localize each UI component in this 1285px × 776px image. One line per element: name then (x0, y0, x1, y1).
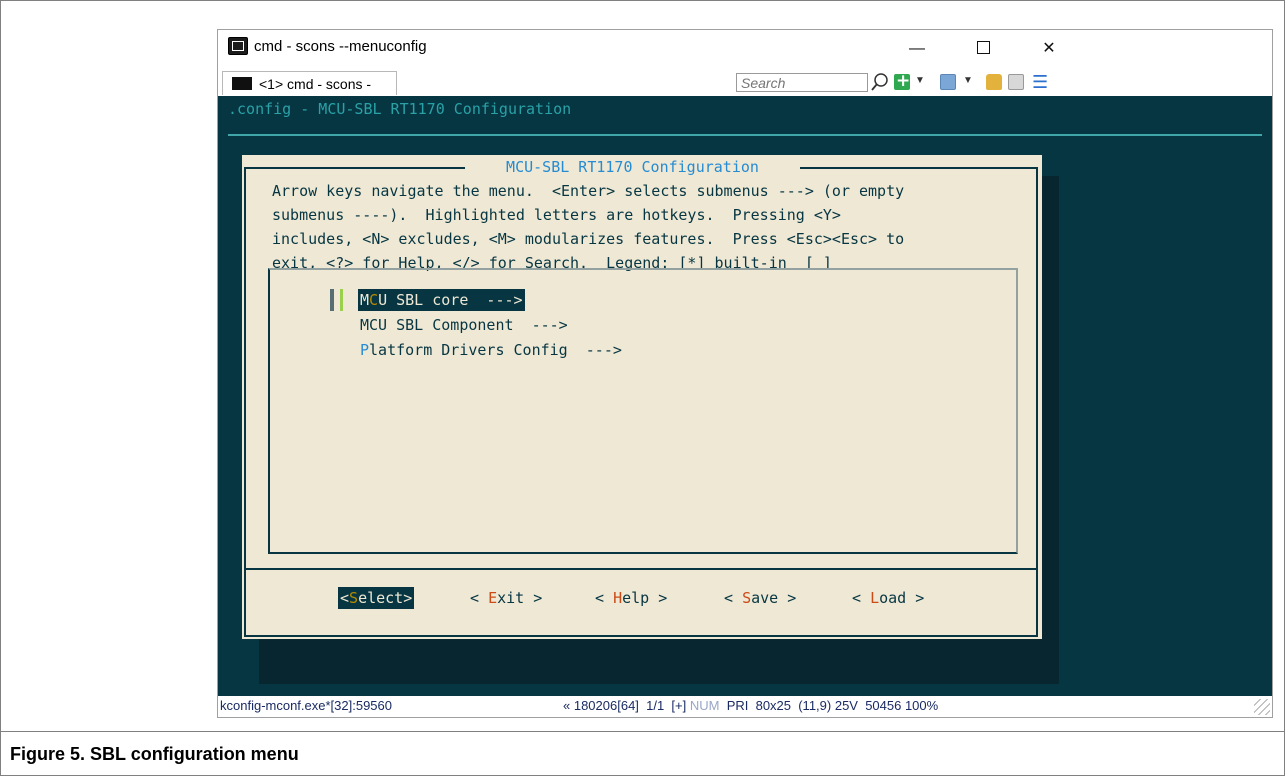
add-console-icon[interactable] (894, 71, 910, 91)
help-line: Arrow keys navigate the menu. <Enter> se… (272, 182, 905, 200)
maximize-icon (976, 40, 990, 54)
save-button[interactable]: < Save > (722, 587, 798, 609)
menu-list: MCU SBL core ---> MCU SBL Component --->… (268, 268, 1018, 554)
maximize-button[interactable] (960, 34, 1006, 64)
button-text: xit > (497, 589, 543, 607)
status-info-text: PRI 80x25 (11,9) 25V 50456 100% (719, 698, 939, 713)
console-app-icon (228, 37, 248, 55)
button-text: < (852, 589, 871, 607)
menuconfig-dialog: MCU-SBL RT1170 Configuration Arrow keys … (242, 155, 1042, 639)
text-cursor (340, 289, 343, 311)
status-bar: kconfig-mconf.exe*[32]:59560 « 180206[64… (218, 696, 1272, 717)
button-text: ave > (751, 589, 797, 607)
console-tab[interactable]: <1> cmd - scons - (222, 71, 397, 95)
split-icon[interactable] (1008, 74, 1024, 90)
menu-item-text: latform Drivers Config ---> (369, 341, 622, 359)
button-hotkey: H (613, 589, 623, 607)
search-icon[interactable] (870, 72, 890, 92)
cursor-marker (330, 289, 334, 311)
status-process: kconfig-mconf.exe*[32]:59560 (220, 698, 392, 713)
divider (800, 167, 1038, 169)
num-lock-indicator: NUM (689, 698, 720, 713)
load-button[interactable]: < Load > (850, 587, 926, 609)
chevron-down-icon[interactable]: ▼ (963, 75, 973, 86)
menu-icon[interactable]: ☰ (1032, 72, 1048, 93)
button-text: < (470, 589, 489, 607)
button-text: elp > (622, 589, 668, 607)
panes-icon[interactable] (940, 74, 956, 90)
status-info-text: « 180206[64] 1/1 [+] (563, 698, 690, 713)
divider (246, 568, 1036, 570)
terminal-area[interactable]: .config - MCU-SBL RT1170 Configuration M… (218, 96, 1272, 696)
button-hotkey: E (488, 589, 498, 607)
title-bar[interactable]: cmd - scons --menuconfig — ✕ (218, 30, 1272, 68)
menu-item-text: U SBL core ---> (378, 291, 523, 309)
button-hotkey: S (742, 589, 752, 607)
menu-item-hotkey: P (360, 341, 370, 359)
divider (244, 167, 465, 169)
button-text: < (340, 589, 350, 607)
menu-item-mcu-sbl-core[interactable]: MCU SBL core ---> (358, 289, 525, 311)
button-hotkey: S (349, 589, 359, 607)
dialog-title: MCU-SBL RT1170 Configuration (497, 158, 768, 176)
menu-item-text: M (360, 291, 370, 309)
chevron-down-icon[interactable]: ▼ (915, 75, 925, 86)
window-title: cmd - scons --menuconfig (254, 38, 427, 55)
console-tab-icon (232, 77, 252, 90)
figure-caption: Figure 5. SBL configuration menu (10, 744, 299, 764)
divider (228, 134, 1262, 136)
button-text: < (724, 589, 743, 607)
status-info: « 180206[64] 1/1 [+] NUM PRI 80x25 (11,9… (563, 698, 938, 713)
button-text: elect> (358, 589, 413, 607)
lock-icon[interactable] (986, 74, 1002, 90)
console-tab-label: <1> cmd - scons - (259, 76, 372, 92)
console-window: cmd - scons --menuconfig — ✕ <1> cmd - s… (217, 29, 1273, 718)
button-text: < (595, 589, 614, 607)
figure-caption-bar: Figure 5. SBL configuration menu (0, 731, 1285, 776)
tab-bar: <1> cmd - scons - ▼ ▼ ☰ (218, 68, 1272, 96)
help-line: includes, <N> excludes, <M> modularizes … (272, 230, 905, 248)
figure-frame: cmd - scons --menuconfig — ✕ <1> cmd - s… (0, 0, 1285, 731)
menu-item-hotkey: C (369, 291, 379, 309)
select-button[interactable]: <Select> (338, 587, 415, 609)
button-hotkey: L (870, 589, 880, 607)
menu-item-text: MCU SBL Component ---> (360, 316, 568, 334)
minimize-button[interactable]: — (894, 34, 940, 64)
exit-button[interactable]: < Exit > (468, 587, 544, 609)
close-button[interactable]: ✕ (1026, 34, 1072, 64)
button-text: oad > (879, 589, 925, 607)
help-button[interactable]: < Help > (593, 587, 669, 609)
resize-grip-icon[interactable] (1254, 699, 1270, 715)
help-line: submenus ----). Highlighted letters are … (272, 206, 841, 224)
config-title: .config - MCU-SBL RT1170 Configuration (228, 100, 572, 118)
menu-item-mcu-sbl-component[interactable]: MCU SBL Component ---> (358, 314, 570, 336)
menu-item-platform-drivers[interactable]: Platform Drivers Config ---> (358, 339, 624, 361)
search-input[interactable] (736, 73, 868, 92)
